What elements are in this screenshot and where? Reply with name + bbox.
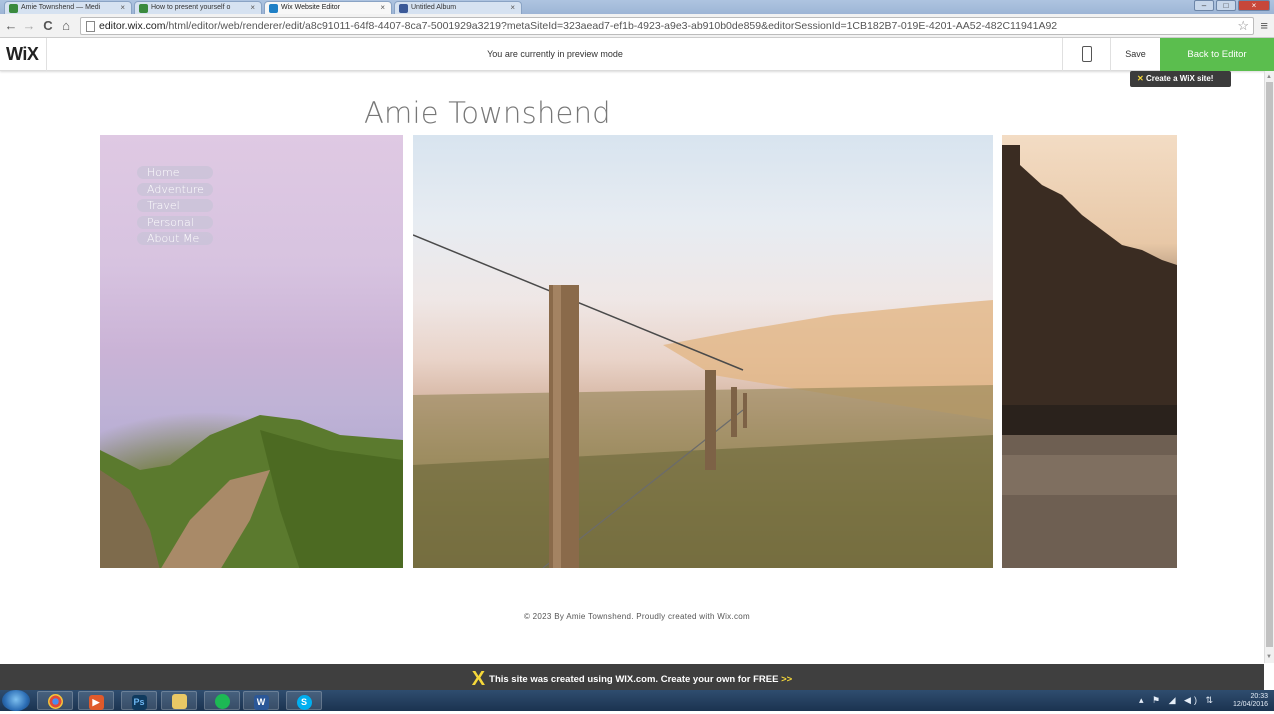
- menu-item-home[interactable]: Home: [137, 166, 213, 179]
- word-icon: W: [253, 695, 269, 710]
- reload-icon[interactable]: C: [40, 18, 56, 34]
- save-button[interactable]: Save: [1110, 38, 1160, 71]
- back-arrow-icon[interactable]: ←: [3, 18, 19, 34]
- tab-how-to-present[interactable]: How to present yourself o ×: [134, 1, 262, 14]
- close-window-button[interactable]: ×: [1238, 0, 1270, 11]
- taskbar-spotify[interactable]: [204, 691, 240, 710]
- maximize-button[interactable]: □: [1216, 0, 1236, 11]
- banner-arrows: >>: [781, 674, 793, 685]
- browser-tab-bar: Amie Townshend — Medi × How to present y…: [0, 0, 1274, 14]
- fence-landscape-image: [413, 234, 993, 568]
- photoshop-icon: Ps: [131, 695, 147, 710]
- mobile-view-button[interactable]: [1062, 38, 1110, 71]
- wix-x-icon: X: [471, 668, 486, 690]
- preview-mode-message: You are currently in preview mode: [487, 49, 623, 59]
- create-wix-site-tooltip[interactable]: ✕ Create a WiX site!: [1130, 71, 1231, 87]
- gallery-photo-fence[interactable]: [413, 135, 993, 568]
- address-bar[interactable]: editor.wix.com/html/editor/web/renderer/…: [80, 17, 1254, 35]
- medium-icon: [9, 4, 18, 13]
- taskbar-explorer[interactable]: [161, 691, 197, 710]
- wix-ad-banner[interactable]: X This site was created using WIX.com. Cr…: [0, 664, 1264, 690]
- scroll-up-arrow-icon[interactable]: ▲: [1265, 73, 1273, 81]
- site-navigation-menu: Home Adventure Travel Personal About Me: [137, 166, 213, 249]
- gallery-photo-street[interactable]: [1002, 135, 1177, 568]
- tab-amie-townshend-medium[interactable]: Amie Townshend — Medi ×: [4, 1, 132, 14]
- medium-icon: [139, 4, 148, 13]
- tab-wix-editor[interactable]: Wix Website Editor ×: [264, 1, 392, 14]
- canal-street-image: [1002, 145, 1177, 568]
- browser-menu-icon[interactable]: ≡: [1260, 18, 1268, 33]
- scrollbar-thumb[interactable]: [1266, 82, 1273, 647]
- close-tab-icon[interactable]: ×: [380, 3, 385, 12]
- system-tray-icons[interactable]: ▴ ⚑ ◢ ◀) ⇅: [1139, 695, 1216, 706]
- browser-toolbar: ← → C ⌂ editor.wix.com/html/editor/web/r…: [0, 14, 1274, 38]
- url-path: /html/editor/web/renderer/edit/a8c91011-…: [165, 20, 1058, 32]
- chrome-icon: [47, 694, 63, 709]
- window-controls: – □ ×: [1194, 0, 1270, 12]
- taskbar-photoshop[interactable]: Ps: [121, 691, 157, 710]
- mobile-phone-icon: [1082, 46, 1092, 62]
- taskbar-chrome[interactable]: [37, 691, 73, 710]
- forward-arrow-icon[interactable]: →: [21, 18, 37, 34]
- tab-untitled-album[interactable]: Untitled Album ×: [394, 1, 522, 14]
- wix-preview-bar: WiX You are currently in preview mode Sa…: [0, 38, 1274, 71]
- close-tab-icon[interactable]: ×: [510, 3, 515, 12]
- start-button[interactable]: [2, 690, 30, 711]
- wix-icon: [269, 4, 278, 13]
- page-icon: [86, 21, 95, 32]
- close-tab-icon[interactable]: ×: [120, 3, 125, 12]
- taskbar-skype[interactable]: S: [286, 691, 322, 710]
- cliff-landscape-image: [100, 415, 403, 568]
- taskbar-word[interactable]: W: [243, 691, 279, 710]
- minimize-button[interactable]: –: [1194, 0, 1214, 11]
- wix-x-icon: ✕: [1137, 74, 1144, 83]
- scroll-down-arrow-icon[interactable]: ▼: [1265, 653, 1273, 661]
- gallery-photo-cliff[interactable]: Home Adventure Travel Personal About Me: [100, 135, 403, 568]
- site-footer: © 2023 By Amie Townshend. Proudly create…: [523, 612, 751, 621]
- taskbar-media-player[interactable]: ▶: [78, 691, 114, 710]
- windows-taskbar: ▶ Ps W S ▴ ⚑ ◢ ◀) ⇅ 20:33 12/04/2016: [0, 690, 1274, 711]
- bookmark-star-icon[interactable]: ☆: [1237, 18, 1249, 34]
- url-host: editor.wix.com: [99, 20, 166, 32]
- site-title: Amie Townshend: [364, 96, 611, 130]
- menu-item-personal[interactable]: Personal: [137, 215, 213, 229]
- system-clock[interactable]: 20:33 12/04/2016: [1233, 693, 1268, 709]
- facebook-icon: [399, 4, 408, 13]
- menu-item-about-me[interactable]: About Me: [137, 232, 213, 245]
- spotify-icon: [214, 694, 230, 709]
- media-player-icon: ▶: [88, 695, 104, 710]
- menu-item-adventure[interactable]: Adventure: [137, 182, 213, 196]
- home-icon[interactable]: ⌂: [58, 18, 74, 34]
- folder-icon: [171, 694, 187, 709]
- menu-item-travel[interactable]: Travel: [137, 199, 213, 212]
- close-tab-icon[interactable]: ×: [250, 3, 255, 12]
- back-to-editor-button[interactable]: Back to Editor: [1160, 38, 1274, 71]
- skype-icon: S: [296, 695, 312, 710]
